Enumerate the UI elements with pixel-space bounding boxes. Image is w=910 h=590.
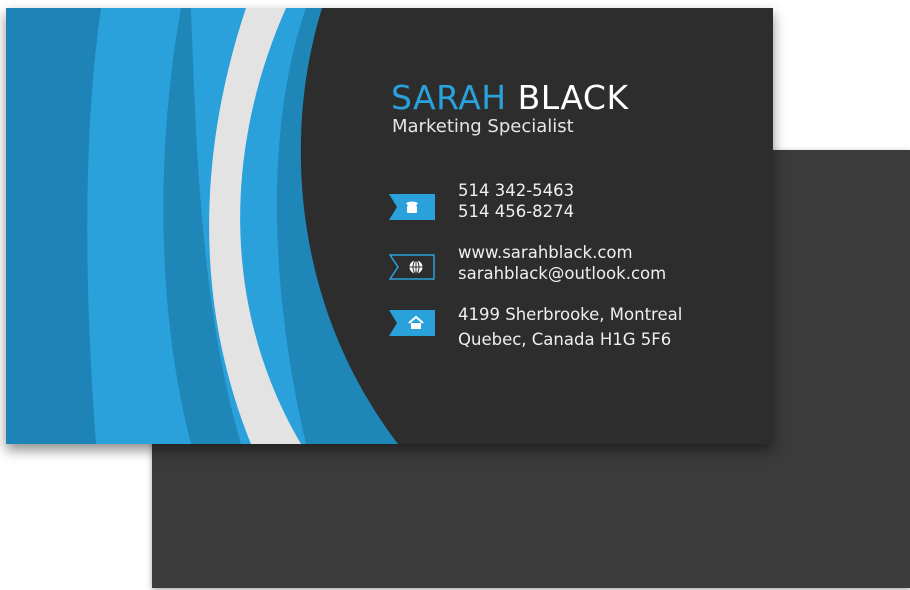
home-icon [389, 310, 435, 336]
website-url: www.sarahblack.com [458, 243, 633, 262]
first-name: SARAH [391, 78, 507, 117]
phone-number-1: 514 342-5463 [458, 181, 575, 200]
business-card-front: SARAH BLACK Marketing Specialist 514 342… [6, 8, 773, 444]
web-contacts: www.sarahblack.com sarahblack@outlook.co… [458, 242, 666, 284]
phone-number-2: 514 456-8274 [458, 202, 575, 221]
wave-graphic [6, 8, 398, 444]
last-name: BLACK [517, 78, 629, 117]
address-line-2: Quebec, Canada H1G 5F6 [458, 330, 672, 349]
address-line-1: 4199 Sherbrooke, Montreal [458, 305, 683, 324]
globe-icon [389, 254, 435, 280]
postal-address: 4199 Sherbrooke, Montreal Quebec, Canada… [458, 302, 682, 352]
phone-numbers: 514 342-5463 514 456-8274 [458, 180, 574, 222]
phone-icon [389, 194, 435, 220]
email-address: sarahblack@outlook.com [458, 264, 667, 283]
person-name: SARAH BLACK [391, 78, 629, 117]
job-title: Marketing Specialist [392, 116, 574, 137]
